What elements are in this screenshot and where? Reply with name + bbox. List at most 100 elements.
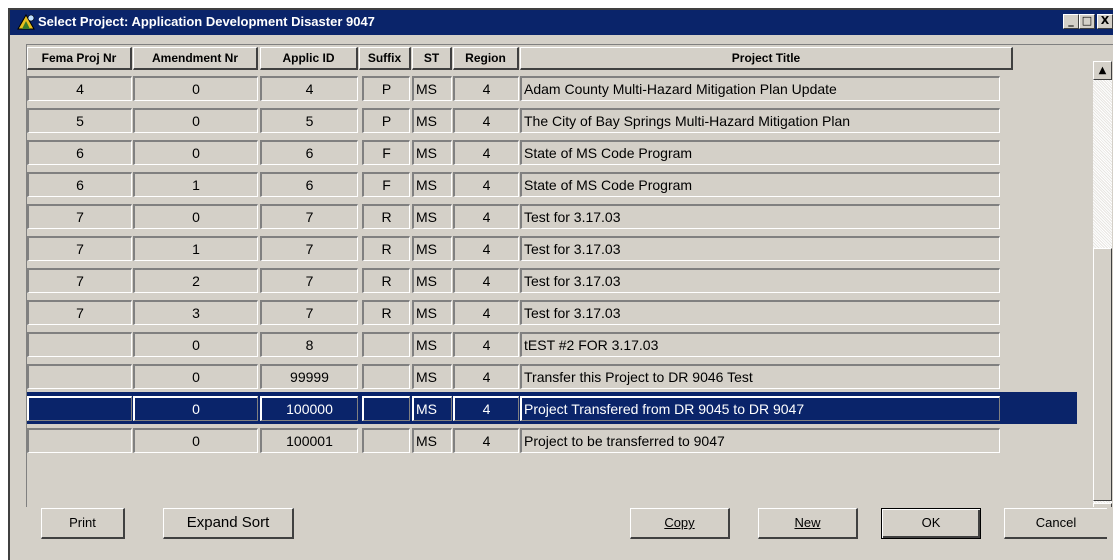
region-cell[interactable]: 4 (453, 300, 519, 325)
amendment-nr-cell[interactable]: 0 (133, 332, 258, 357)
region-cell[interactable]: 4 (453, 364, 519, 389)
column-header-applic-id[interactable]: Applic ID (260, 47, 358, 70)
scroll-up-arrow-icon[interactable]: ▲ (1093, 61, 1112, 80)
project-title-cell[interactable]: State of MS Code Program (520, 172, 1000, 197)
suffix-cell[interactable]: P (362, 76, 410, 101)
applic-id-cell[interactable]: 4 (260, 76, 358, 101)
table-row[interactable]: 7 3 7 R MS 4 Test for 3.17.03 (27, 296, 1077, 328)
region-cell[interactable]: 4 (453, 204, 519, 229)
applic-id-cell[interactable]: 7 (260, 300, 358, 325)
region-cell[interactable]: 4 (453, 108, 519, 133)
table-row[interactable]: 6 0 6 F MS 4 State of MS Code Program (27, 136, 1077, 168)
st-cell[interactable]: MS (412, 76, 452, 101)
column-header-suffix[interactable]: Suffix (359, 47, 411, 70)
amendment-nr-cell[interactable]: 0 (133, 140, 258, 165)
project-title-cell[interactable]: Transfer this Project to DR 9046 Test (520, 364, 1000, 389)
table-row[interactable]: 0 8 MS 4 tEST #2 FOR 3.17.03 (27, 328, 1077, 360)
scroll-thumb[interactable] (1093, 248, 1112, 501)
fema-proj-nr-cell[interactable] (27, 364, 132, 389)
suffix-cell[interactable] (362, 396, 410, 421)
table-row[interactable]: 0 100001 MS 4 Project to be transferred to 9… (27, 424, 1077, 456)
fema-proj-nr-cell[interactable]: 7 (27, 204, 132, 229)
project-title-cell[interactable]: Adam County Multi-Hazard Mitigation Plan… (520, 76, 1000, 101)
table-row[interactable]: 0 100000 MS 4 Project Transfered from DR 904… (27, 392, 1077, 424)
applic-id-cell[interactable]: 5 (260, 108, 358, 133)
applic-id-cell[interactable]: 6 (260, 172, 358, 197)
applic-id-cell[interactable]: 6 (260, 140, 358, 165)
suffix-cell[interactable] (362, 428, 410, 453)
amendment-nr-cell[interactable]: 0 (133, 364, 258, 389)
amendment-nr-cell[interactable]: 1 (133, 236, 258, 261)
scroll-down-arrow-icon[interactable]: ▼ (1093, 503, 1112, 507)
table-row[interactable]: 4 0 4 P MS 4 Adam County Multi-Hazard Mitigati… (27, 72, 1077, 104)
vertical-scrollbar[interactable]: ▲ ▼ (1093, 61, 1112, 507)
region-cell[interactable]: 4 (453, 428, 519, 453)
table-row[interactable]: 0 99999 MS 4 Transfer this Project to DR 904… (27, 360, 1077, 392)
table-row[interactable]: 7 1 7 R MS 4 Test for 3.17.03 (27, 232, 1077, 264)
print-button[interactable]: Print (41, 508, 125, 539)
st-cell[interactable]: MS (412, 236, 452, 261)
maximize-button[interactable]: □ (1079, 14, 1095, 29)
fema-proj-nr-cell[interactable]: 6 (27, 140, 132, 165)
suffix-cell[interactable]: R (362, 236, 410, 261)
column-header-st[interactable]: ST (412, 47, 452, 70)
column-header-fema-proj-nr[interactable]: Fema Proj Nr (27, 47, 132, 70)
column-header-amendment-nr[interactable]: Amendment Nr (133, 47, 258, 70)
minimize-button[interactable]: _ (1063, 14, 1079, 29)
region-cell[interactable]: 4 (453, 172, 519, 197)
applic-id-cell[interactable]: 7 (260, 204, 358, 229)
project-title-cell[interactable]: Test for 3.17.03 (520, 268, 1000, 293)
st-cell[interactable]: MS (412, 300, 452, 325)
column-header-region[interactable]: Region (453, 47, 519, 70)
suffix-cell[interactable]: F (362, 172, 410, 197)
applic-id-cell[interactable]: 8 (260, 332, 358, 357)
region-cell[interactable]: 4 (453, 140, 519, 165)
amendment-nr-cell[interactable]: 0 (133, 76, 258, 101)
table-row[interactable]: 6 1 6 F MS 4 State of MS Code Program (27, 168, 1077, 200)
project-title-cell[interactable]: Test for 3.17.03 (520, 300, 1000, 325)
amendment-nr-cell[interactable]: 0 (133, 108, 258, 133)
amendment-nr-cell[interactable]: 2 (133, 268, 258, 293)
project-title-cell[interactable]: State of MS Code Program (520, 140, 1000, 165)
fema-proj-nr-cell[interactable]: 6 (27, 172, 132, 197)
applic-id-cell[interactable]: 100001 (260, 428, 358, 453)
st-cell[interactable]: MS (412, 140, 452, 165)
copy-button[interactable]: Copy (630, 508, 730, 539)
fema-proj-nr-cell[interactable] (27, 396, 132, 421)
st-cell[interactable]: MS (412, 172, 452, 197)
fema-proj-nr-cell[interactable]: 7 (27, 300, 132, 325)
region-cell[interactable]: 4 (453, 236, 519, 261)
project-title-cell[interactable]: Test for 3.17.03 (520, 204, 1000, 229)
fema-proj-nr-cell[interactable]: 4 (27, 76, 132, 101)
amendment-nr-cell[interactable]: 0 (133, 428, 258, 453)
amendment-nr-cell[interactable]: 0 (133, 396, 258, 421)
fema-proj-nr-cell[interactable]: 5 (27, 108, 132, 133)
suffix-cell[interactable]: P (362, 108, 410, 133)
applic-id-cell[interactable]: 99999 (260, 364, 358, 389)
project-title-cell[interactable]: The City of Bay Springs Multi-Hazard Mit… (520, 108, 1000, 133)
st-cell[interactable]: MS (412, 108, 452, 133)
amendment-nr-cell[interactable]: 1 (133, 172, 258, 197)
st-cell[interactable]: MS (412, 332, 452, 357)
table-row[interactable]: 7 2 7 R MS 4 Test for 3.17.03 (27, 264, 1077, 296)
region-cell[interactable]: 4 (453, 396, 519, 421)
table-row[interactable]: 7 0 7 R MS 4 Test for 3.17.03 (27, 200, 1077, 232)
fema-proj-nr-cell[interactable]: 7 (27, 268, 132, 293)
st-cell[interactable]: MS (412, 204, 452, 229)
st-cell[interactable]: MS (412, 396, 452, 421)
title-bar[interactable]: Select Project: Application Development … (10, 10, 1113, 35)
project-title-cell[interactable]: Test for 3.17.03 (520, 236, 1000, 261)
project-title-cell[interactable]: tEST #2 FOR 3.17.03 (520, 332, 1000, 357)
cancel-button[interactable]: Cancel (1004, 508, 1107, 539)
fema-proj-nr-cell[interactable]: 7 (27, 236, 132, 261)
applic-id-cell[interactable]: 100000 (260, 396, 358, 421)
region-cell[interactable]: 4 (453, 76, 519, 101)
suffix-cell[interactable]: F (362, 140, 410, 165)
table-row[interactable]: 5 0 5 P MS 4 The City of Bay Springs Multi-Haz… (27, 104, 1077, 136)
suffix-cell[interactable]: R (362, 204, 410, 229)
region-cell[interactable]: 4 (453, 268, 519, 293)
suffix-cell[interactable]: R (362, 268, 410, 293)
region-cell[interactable]: 4 (453, 332, 519, 357)
fema-proj-nr-cell[interactable] (27, 332, 132, 357)
st-cell[interactable]: MS (412, 428, 452, 453)
